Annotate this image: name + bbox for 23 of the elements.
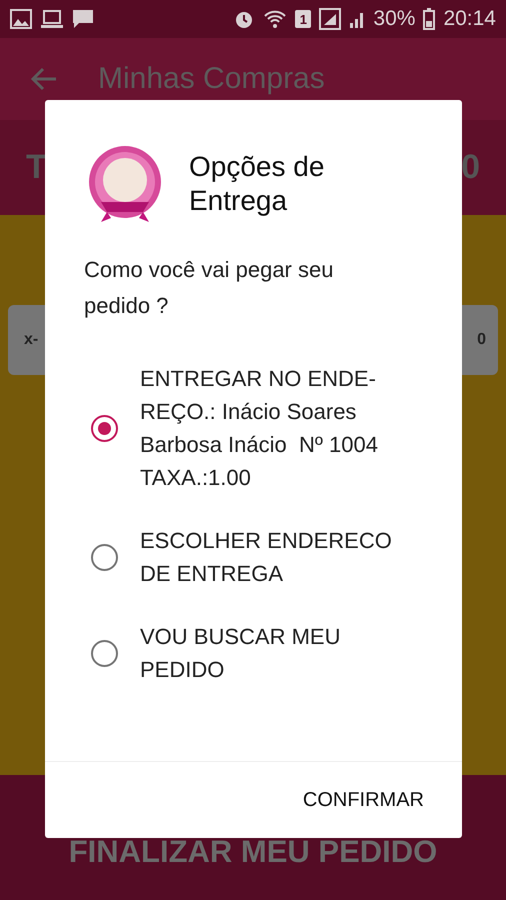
option-label[interactable]: ENTREGAR NO ENDE-REÇO.: Inácio Soares Barbosa Inácio Nº 1004 TAXA.:1.00	[140, 362, 410, 494]
screen-title: Minhas Compras	[98, 62, 325, 96]
battery-level: 30%	[373, 7, 416, 31]
message-icon	[72, 9, 94, 29]
battery-icon	[423, 8, 436, 30]
dialog-question: Como você vai pegar seu pedido ?	[83, 256, 334, 320]
option-label[interactable]: ESCOLHER ENDERECO DE ENTREGA	[140, 524, 410, 590]
total-value: 0	[461, 148, 480, 187]
option-label[interactable]: VOU BUSCAR MEU PEDIDO	[140, 620, 410, 686]
image-icon	[10, 9, 32, 29]
radio-button[interactable]	[91, 414, 118, 442]
signal-icon	[319, 8, 342, 30]
total-label: T	[26, 148, 47, 187]
clock: 20:14	[443, 7, 496, 31]
dialog-title: Opções de Entrega	[189, 150, 326, 218]
wifi-icon	[263, 9, 288, 29]
item-name: x-	[24, 331, 38, 349]
radio-button[interactable]	[91, 544, 118, 570]
confirm-button[interactable]: CONFIRMAR	[302, 782, 424, 818]
item-value: 0	[477, 331, 486, 349]
sim-badge: 1	[295, 10, 312, 28]
radio-button[interactable]	[91, 640, 118, 666]
laptop-icon	[40, 9, 64, 29]
